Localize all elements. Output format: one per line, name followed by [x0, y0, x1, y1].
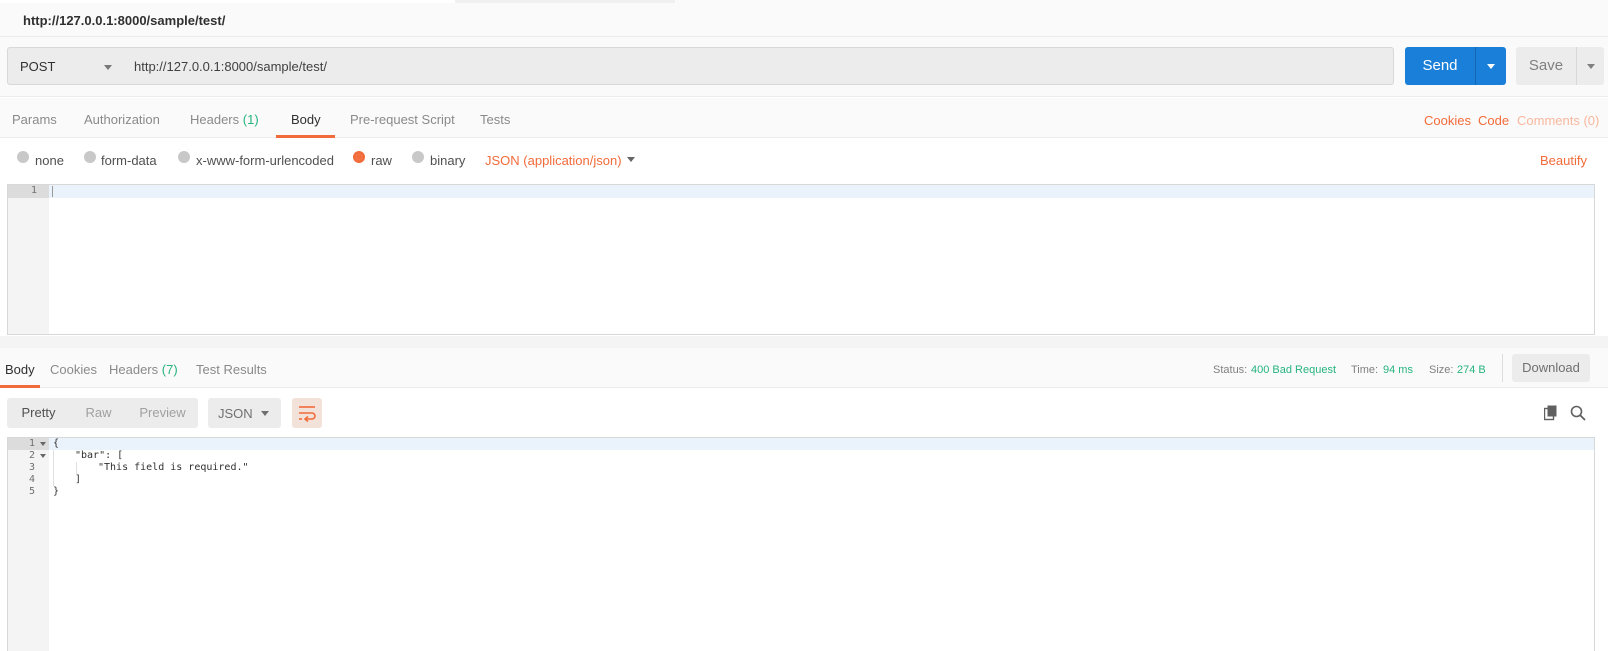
option-binary-label[interactable]: binary — [430, 153, 465, 168]
option-form-data-label[interactable]: form-data — [101, 153, 157, 168]
tab-params[interactable]: Params — [12, 112, 57, 127]
line-number: 2 — [29, 450, 36, 461]
response-tab-test-results[interactable]: Test Results — [196, 362, 267, 377]
response-tab-body[interactable]: Body — [5, 362, 35, 377]
response-body-viewer[interactable]: 1 2 3 4 5 { "bar": [ "This field is requ… — [7, 437, 1595, 651]
preview-button[interactable]: Preview — [127, 398, 198, 428]
caret-down-icon — [1487, 64, 1495, 69]
radio-form-data[interactable] — [84, 151, 96, 163]
method-label: POST — [20, 59, 56, 74]
fold-toggle-icon[interactable] — [40, 454, 46, 458]
active-response-tab-indicator — [0, 385, 40, 388]
active-gutter-highlight — [8, 185, 49, 198]
caret-down-icon — [261, 411, 269, 416]
radio-none[interactable] — [17, 151, 29, 163]
option-raw-label[interactable]: raw — [371, 153, 392, 168]
request-tab-title[interactable]: http://127.0.0.1:8000/sample/test/ — [23, 13, 225, 28]
option-urlencoded-label[interactable]: x-www-form-urlencoded — [196, 153, 334, 168]
line-number: 5 — [29, 486, 36, 497]
format-select[interactable]: JSON — [208, 398, 281, 428]
line-number: 1 — [29, 438, 36, 449]
radio-raw[interactable] — [353, 151, 365, 163]
radio-x-www-form-urlencoded[interactable] — [178, 151, 190, 163]
tab-pre-request-script[interactable]: Pre-request Script — [350, 112, 455, 127]
save-button[interactable]: Save — [1516, 47, 1576, 85]
code-line: { — [53, 438, 60, 449]
send-button[interactable]: Send — [1405, 47, 1475, 85]
line-number: 1 — [31, 185, 38, 196]
copy-icon[interactable] — [1544, 405, 1558, 421]
format-label: JSON — [218, 406, 253, 421]
status-value[interactable]: 400 Bad Request — [1251, 364, 1336, 376]
url-value: http://127.0.0.1:8000/sample/test/ — [134, 59, 327, 74]
comments-link[interactable]: Comments (0) — [1517, 113, 1599, 128]
active-tab-indicator — [276, 135, 335, 138]
pretty-button[interactable]: Pretty — [7, 398, 70, 428]
download-button[interactable]: Download — [1512, 354, 1590, 382]
save-dropdown-button[interactable] — [1576, 47, 1604, 85]
beautify-link[interactable]: Beautify — [1540, 153, 1587, 168]
view-mode-group: Pretty Raw Preview — [7, 398, 198, 428]
active-line-highlight — [8, 185, 1594, 198]
response-view-toolbar: Pretty Raw Preview JSON — [0, 389, 1608, 437]
code-line-key: "bar": [ — [75, 450, 124, 461]
active-line-highlight — [8, 438, 1594, 450]
content-type-select[interactable]: JSON (application/json) — [485, 153, 622, 168]
url-input[interactable]: http://127.0.0.1:8000/sample/test/ — [123, 47, 1394, 85]
indent-guide — [76, 462, 77, 474]
status-label: Status: — [1213, 364, 1248, 376]
radio-binary[interactable] — [412, 151, 424, 163]
headers-count: (1) — [242, 112, 259, 127]
tab-headers[interactable]: Headers (1) — [190, 112, 259, 127]
wrap-lines-icon — [299, 406, 316, 423]
request-tabs: Params Authorization Headers (1) Body Pr… — [0, 98, 1608, 138]
line-number: 3 — [29, 462, 36, 473]
inactive-tab-strip — [455, 0, 675, 3]
request-bar: POST http://127.0.0.1:8000/sample/test/ … — [0, 37, 1608, 97]
code-line: ] — [75, 474, 82, 485]
active-tab-strip — [0, 0, 455, 3]
response-tab-headers[interactable]: Headers (7) — [109, 362, 178, 377]
response-tabs: Body Cookies Headers (7) Test Results St… — [0, 348, 1608, 388]
send-dropdown-button[interactable] — [1475, 47, 1506, 85]
tab-tests[interactable]: Tests — [480, 112, 510, 127]
method-select[interactable]: POST — [7, 47, 124, 85]
raw-button[interactable]: Raw — [70, 398, 127, 428]
cookies-link[interactable]: Cookies — [1424, 113, 1471, 128]
time-label: Time: — [1351, 364, 1379, 376]
line-number: 4 — [29, 474, 36, 485]
size-value[interactable]: 274 B — [1457, 364, 1486, 376]
title-bar: http://127.0.0.1:8000/sample/test/ — [0, 0, 1608, 37]
caret-down-icon — [1587, 64, 1595, 69]
search-icon[interactable] — [1570, 405, 1586, 421]
time-value[interactable]: 94 ms — [1383, 364, 1413, 376]
fold-toggle-icon[interactable] — [40, 442, 46, 446]
line-number-gutter — [8, 185, 49, 334]
code-line-string: "This field is required." — [98, 462, 249, 473]
indent-guide — [53, 450, 54, 486]
divider — [1502, 354, 1503, 382]
code-link[interactable]: Code — [1478, 113, 1509, 128]
response-headers-count: (7) — [161, 362, 178, 377]
tab-authorization[interactable]: Authorization — [84, 112, 160, 127]
text-cursor — [52, 186, 53, 197]
tab-body[interactable]: Body — [291, 112, 321, 127]
wrap-lines-button[interactable] — [292, 398, 322, 428]
response-tab-cookies[interactable]: Cookies — [50, 362, 97, 377]
caret-down-icon — [104, 65, 112, 70]
request-body-editor[interactable]: 1 — [7, 184, 1595, 335]
caret-down-icon[interactable] — [627, 157, 635, 162]
option-none-label[interactable]: none — [35, 153, 64, 168]
size-label: Size: — [1429, 364, 1454, 376]
code-line: } — [53, 486, 60, 497]
pane-divider[interactable] — [0, 336, 1608, 348]
